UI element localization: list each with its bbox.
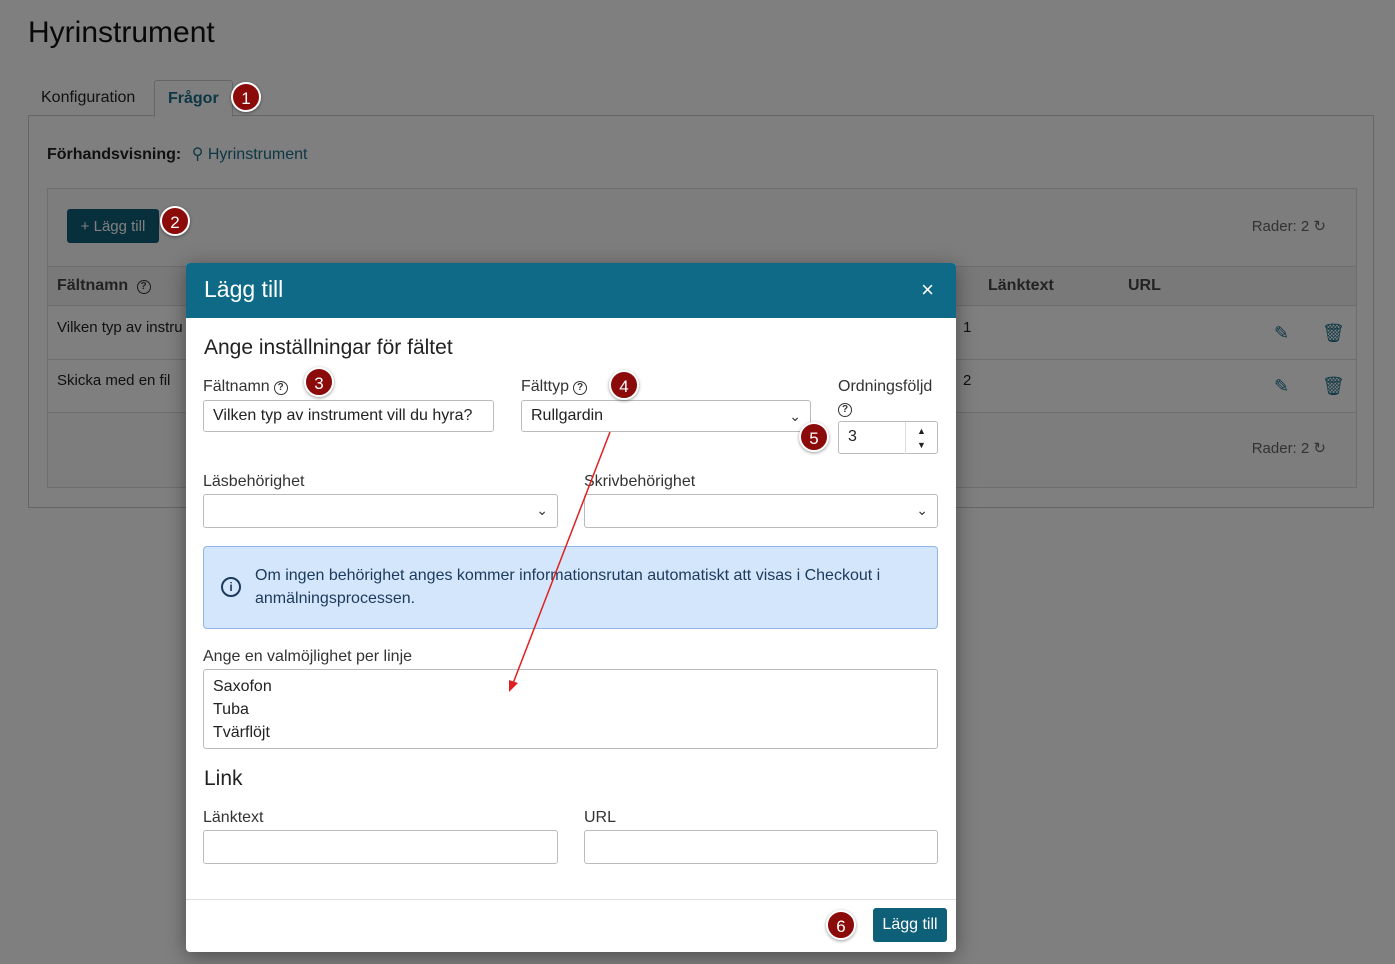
step-badge-2: 2 [160, 206, 190, 236]
read-permission-select[interactable]: ⌄ [203, 494, 558, 528]
options-label: Ange en valmöjlighet per linje [203, 648, 413, 665]
order-help: ? [838, 400, 852, 418]
stepper-arrows-icon[interactable]: ▲ ▼ [905, 422, 937, 454]
info-text: Om ingen behörighet anges kommer informa… [255, 567, 881, 607]
url-input[interactable] [584, 830, 938, 864]
read-permission-label: Läsbehörighet [203, 473, 305, 490]
url-label: URL [584, 809, 617, 826]
add-field-dialog: Lägg till × Ange inställningar för fälte… [186, 263, 956, 952]
dialog-header: Lägg till × [186, 263, 956, 318]
option-line: Tvärflöjt [213, 724, 270, 741]
chevron-down-icon: ⌄ [916, 502, 928, 518]
help-icon[interactable]: ? [838, 403, 852, 417]
write-permission-select[interactable]: ⌄ [584, 494, 938, 528]
info-box: i Om ingen behörighet anges kommer infor… [203, 546, 938, 629]
option-line: Saxofon [213, 678, 272, 695]
option-line: Tuba [213, 701, 249, 718]
dialog-title: Lägg till [204, 276, 284, 302]
step-badge-5: 5 [799, 422, 829, 452]
options-textarea[interactable]: Saxofon Tuba Tvärflöjt [203, 669, 938, 749]
chevron-down-icon: ⌄ [536, 502, 548, 518]
field-type-select[interactable]: Rullgardin ⌄ [521, 400, 811, 432]
help-icon[interactable]: ? [273, 381, 288, 395]
step-badge-6: 6 [826, 910, 856, 940]
link-heading: Link [204, 767, 243, 790]
order-stepper[interactable]: 3 ▲ ▼ [838, 421, 938, 454]
order-label: Ordningsföljd [838, 378, 933, 395]
order-value: 3 [848, 428, 857, 445]
step-badge-4: 4 [609, 370, 639, 400]
info-icon: i [221, 577, 241, 597]
field-name-label-text: Fältnamn [203, 378, 270, 395]
linktext-input[interactable] [203, 830, 558, 864]
settings-heading: Ange inställningar för fältet [204, 336, 453, 359]
close-icon[interactable]: × [921, 277, 934, 303]
field-type-label-text: Fälttyp [521, 378, 570, 395]
submit-button[interactable]: Lägg till [873, 908, 947, 942]
step-badge-3: 3 [304, 367, 334, 397]
linktext-label: Länktext [203, 809, 264, 826]
field-type-label: Fälttyp? [521, 378, 588, 396]
chevron-down-icon: ⌄ [789, 408, 801, 424]
step-badge-1: 1 [231, 82, 261, 112]
write-permission-label: Skrivbehörighet [584, 473, 696, 490]
field-name-label: Fältnamn? [203, 378, 288, 396]
field-name-input[interactable]: Vilken typ av instrument vill du hyra? [203, 400, 494, 432]
help-icon[interactable]: ? [573, 381, 588, 395]
field-type-value: Rullgardin [531, 407, 604, 424]
